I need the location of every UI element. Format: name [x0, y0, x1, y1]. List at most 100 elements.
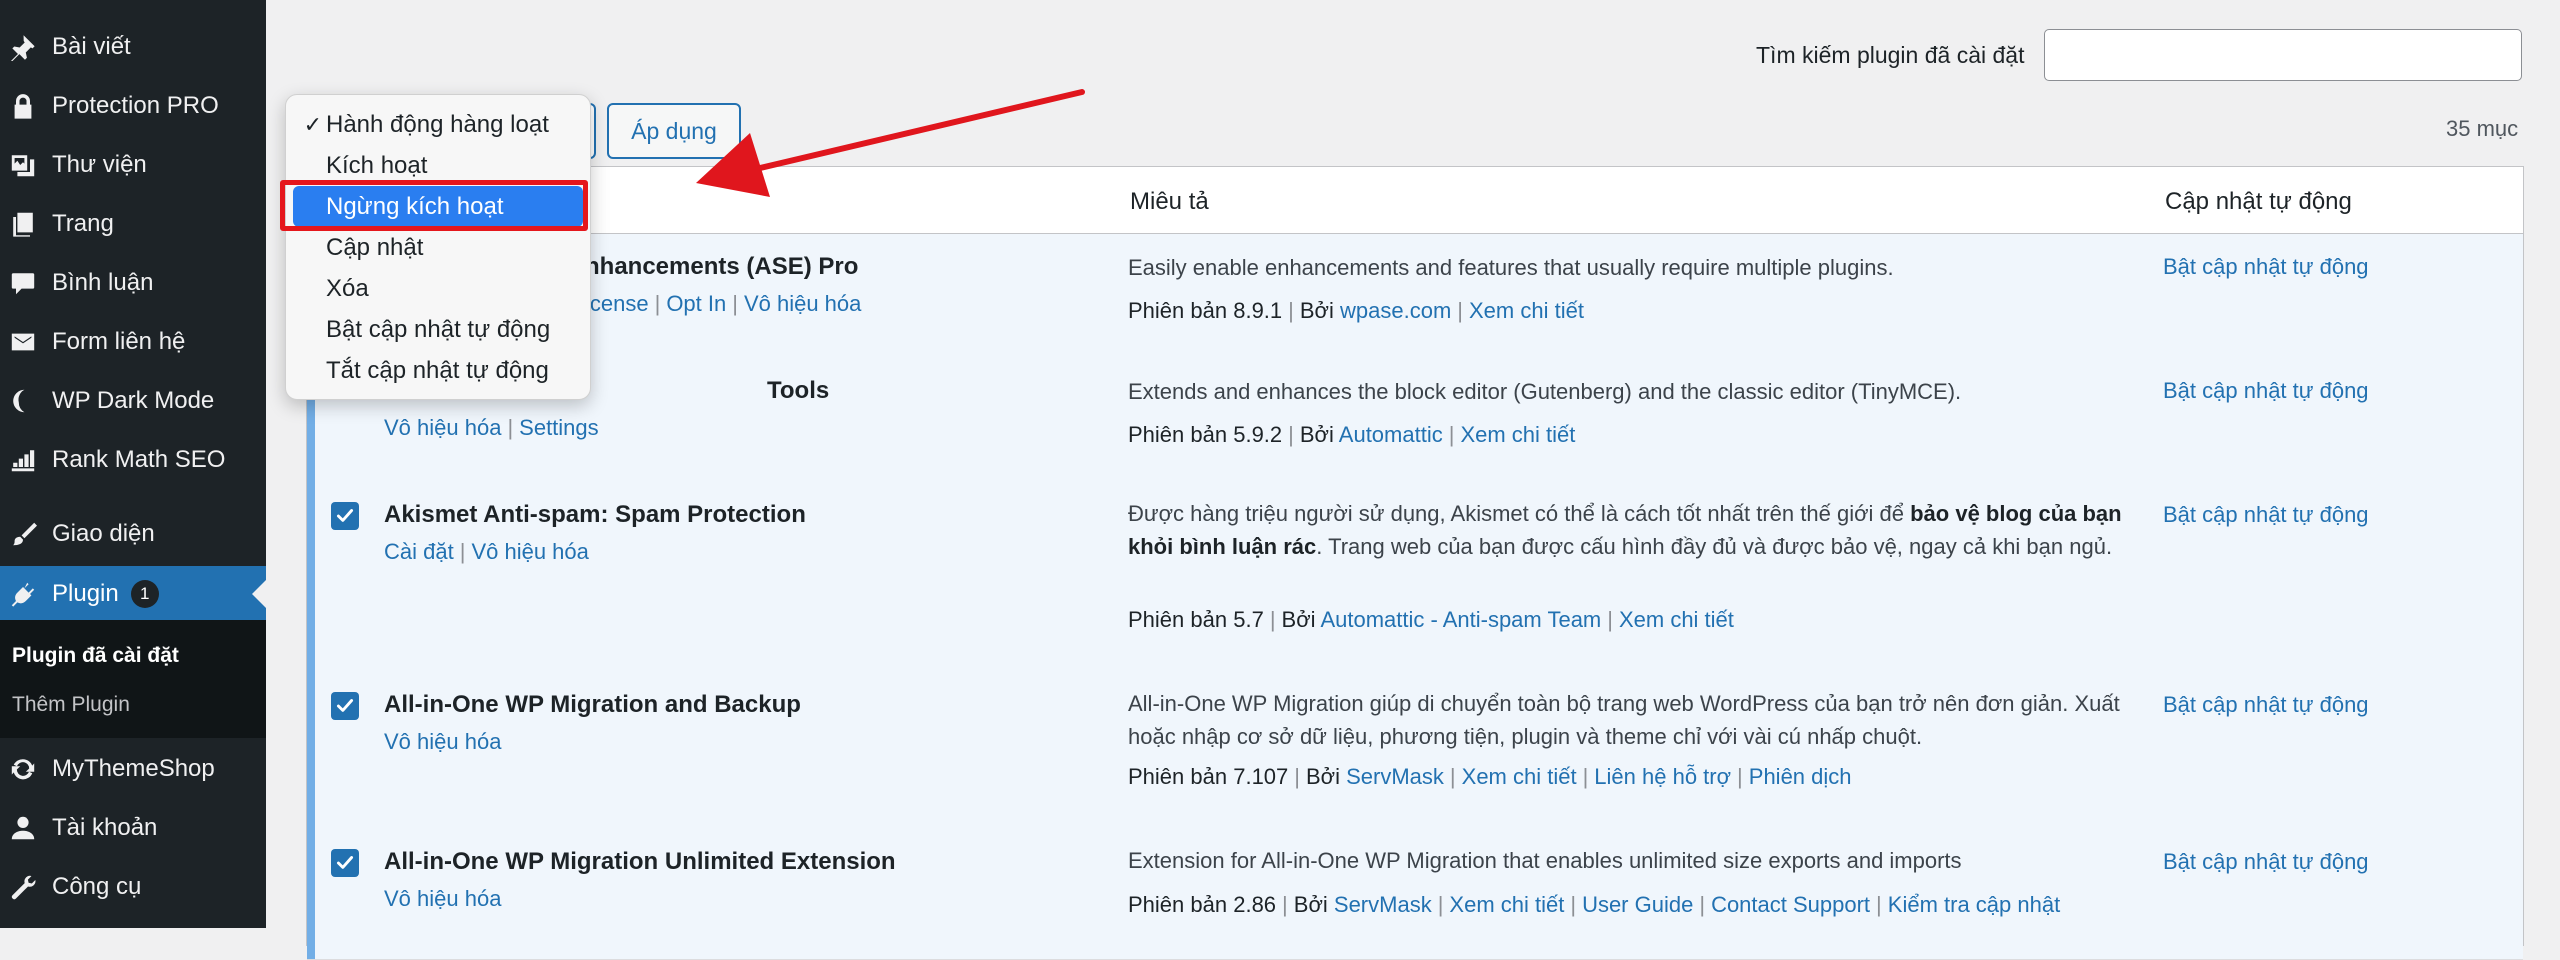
contact-support-link[interactable]: Contact Support — [1711, 892, 1870, 917]
deactivate-link[interactable]: Vô hiệu hóa — [384, 415, 501, 440]
sidebar-item-label: Bình luận — [52, 268, 154, 296]
author-link[interactable]: Automattic - Anti-spam Team — [1320, 607, 1601, 632]
plugin-description: All-in-One WP Migration giúp di chuyển t… — [1128, 691, 2120, 749]
page-icon — [8, 209, 38, 239]
sidebar-item-media[interactable]: Thư viện — [0, 137, 266, 192]
version-prefix: Phiên bản — [1128, 422, 1228, 447]
version: 5.9.2 — [1233, 422, 1283, 447]
check-update-link[interactable]: Kiểm tra cập nhật — [1888, 892, 2060, 917]
sidebar-item-posts[interactable]: Bài viết — [0, 19, 266, 74]
arrow-shaft — [757, 89, 1085, 171]
checkmark-icon: ✓ — [303, 111, 322, 137]
settings-link[interactable]: Settings — [519, 415, 599, 440]
row-checkbox[interactable] — [331, 502, 359, 530]
separator: | — [1457, 298, 1463, 323]
user-icon — [8, 813, 38, 843]
action-link[interactable]: icense — [585, 291, 649, 316]
by-label: Bởi — [1293, 892, 1328, 917]
sidebar-item-label: Thư viện — [52, 150, 147, 178]
settings-link[interactable]: Cài đặt — [384, 539, 454, 564]
sidebar-item-contact-form[interactable]: Form liên hệ — [0, 314, 266, 369]
option-label: Hành động hàng loạt — [326, 110, 549, 138]
sidebar-item-rank-math[interactable]: Rank Math SEO — [0, 432, 266, 487]
details-link[interactable]: Xem chi tiết — [1462, 764, 1577, 789]
checkmark-icon — [336, 509, 354, 522]
enable-auto-update-link[interactable]: Bật cập nhật tự động — [2163, 692, 2369, 718]
table-row: All-in-One WP Migration and Backup Vô hi… — [307, 672, 2523, 830]
plugin-table: Miêu tả Cập nhật tự động nhancements (AS… — [306, 166, 2524, 960]
deactivate-link[interactable]: Vô hiệu hóa — [744, 291, 861, 316]
sidebar-item-mythemeshop[interactable]: MyThemeShop — [0, 741, 266, 796]
sidebar-item-plugins[interactable]: Plugin 1 — [0, 566, 266, 621]
author-link[interactable]: ServMask — [1334, 892, 1432, 917]
details-link[interactable]: Xem chi tiết — [1469, 298, 1584, 323]
admin-sidebar: Bài viết Protection PRO Thư viện Trang B… — [0, 0, 266, 928]
enable-auto-update-link[interactable]: Bật cập nhật tự động — [2163, 502, 2369, 528]
by-label: Bởi — [1299, 298, 1334, 323]
sidebar-item-tools[interactable]: Công cụ — [0, 859, 266, 914]
deactivate-link[interactable]: Vô hiệu hóa — [384, 886, 501, 911]
separator: | — [1448, 422, 1455, 447]
bulk-option-bulk-actions[interactable]: ✓ Hành động hàng loạt — [286, 104, 590, 145]
plugin-meta: Phiên bản 8.9.1 | Bởi wpase.com | Xem chi ti… — [1128, 298, 1584, 324]
update-count-badge: 1 — [130, 579, 159, 608]
bulk-option-update[interactable]: Cập nhật — [286, 227, 590, 268]
enable-auto-update-link[interactable]: Bật cập nhật tự động — [2163, 254, 2369, 280]
sidebar-item-protection-pro[interactable]: Protection PRO — [0, 78, 266, 133]
table-row: Akismet Anti-spam: Spam Protection Cài đ… — [307, 482, 2523, 673]
translate-link[interactable]: Phiên dịch — [1749, 764, 1852, 789]
row-checkbox[interactable] — [331, 849, 359, 877]
enable-auto-update-link[interactable]: Bật cập nhật tự động — [2163, 378, 2369, 404]
plugin-meta: Phiên bản 5.9.2 | Bởi Automattic | Xem chi t… — [1128, 422, 1575, 448]
sidebar-item-label: Plugin — [52, 579, 119, 607]
action-link[interactable]: Opt In — [666, 291, 726, 316]
details-link[interactable]: Xem chi tiết — [1619, 607, 1734, 632]
version-prefix: Phiên bản — [1128, 607, 1228, 632]
deactivate-link[interactable]: Vô hiệu hóa — [471, 539, 588, 564]
active-indicator — [307, 829, 315, 959]
plugin-actions: icense | Opt In | Vô hiệu hóa — [585, 291, 861, 317]
search-input[interactable] — [2044, 29, 2522, 81]
sidebar-item-label: Giao diện — [52, 519, 155, 547]
brush-icon — [8, 519, 38, 549]
bulk-option-disable-auto-update[interactable]: Tắt cập nhật tự động — [286, 350, 590, 391]
user-guide-link[interactable]: User Guide — [1582, 892, 1693, 917]
by-label: Bởi — [1281, 607, 1316, 632]
details-link[interactable]: Xem chi tiết — [1460, 422, 1575, 447]
deactivate-link[interactable]: Vô hiệu hóa — [384, 729, 501, 754]
checkmark-icon — [336, 699, 354, 712]
plugin-actions: Vô hiệu hóa | Settings — [384, 415, 599, 441]
moon-icon — [8, 386, 38, 416]
author-link[interactable]: wpase.com — [1340, 298, 1451, 323]
sidebar-item-label: WP Dark Mode — [52, 386, 215, 414]
version: 5.7 — [1233, 607, 1264, 632]
items-count: 35 mục — [2446, 116, 2519, 141]
sidebar-item-dark-mode[interactable]: WP Dark Mode — [0, 373, 266, 428]
active-indicator — [307, 482, 315, 672]
version: 2.86 — [1233, 892, 1277, 917]
enable-auto-update-link[interactable]: Bật cập nhật tự động — [2163, 849, 2369, 875]
bulk-option-delete[interactable]: Xóa — [286, 268, 590, 309]
separator: | — [1570, 892, 1577, 917]
sidebar-item-account[interactable]: Tài khoản — [0, 800, 266, 855]
submenu-add-plugin[interactable]: Thêm Plugin — [12, 693, 130, 717]
row-checkbox[interactable] — [331, 692, 359, 720]
submenu-installed-plugins[interactable]: Plugin đã cài đặt — [12, 644, 179, 668]
bulk-option-enable-auto-update[interactable]: Bật cập nhật tự động — [286, 309, 590, 350]
sidebar-item-appearance[interactable]: Giao diện — [0, 506, 266, 561]
author-link[interactable]: Automattic — [1339, 422, 1443, 447]
sidebar-item-pages[interactable]: Trang — [0, 196, 266, 251]
table-row: Tools Vô hiệu hóa | Settings Extends and e… — [307, 358, 2523, 483]
lock-icon — [8, 91, 38, 121]
plugin-description: Extension for All-in-One WP Migration th… — [1128, 848, 1962, 873]
sidebar-item-comments[interactable]: Bình luận — [0, 255, 266, 310]
version-prefix: Phiên bản — [1128, 298, 1228, 323]
apply-button[interactable]: Áp dụng — [607, 103, 741, 159]
description-text: Được hàng triệu người sử dụng, Akismet c… — [1128, 501, 1911, 526]
support-link[interactable]: Liên hệ hỗ trợ — [1594, 764, 1731, 789]
author-link[interactable]: ServMask — [1346, 764, 1444, 789]
column-header-auto-update: Cập nhật tự động — [2165, 188, 2352, 215]
plugin-actions: Vô hiệu hóa — [384, 886, 501, 912]
details-link[interactable]: Xem chi tiết — [1449, 892, 1564, 917]
separator: | — [1288, 422, 1294, 447]
